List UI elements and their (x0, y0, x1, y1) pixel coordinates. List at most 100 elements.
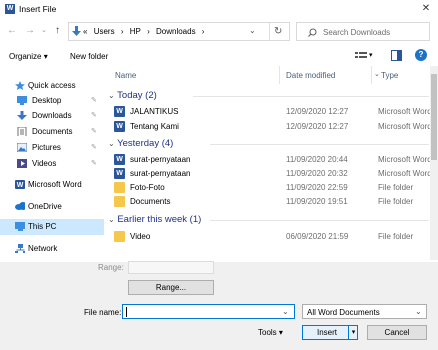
range-button[interactable]: Range... (128, 280, 214, 295)
file-name: surat-pernyataan (130, 169, 191, 178)
sidebar-item-onedrive[interactable]: OneDrive (0, 199, 104, 214)
search-input[interactable]: Search Downloads (323, 28, 390, 37)
file-row[interactable]: W surat-pernyataan 11/09/2020 20:44 Micr… (108, 153, 430, 167)
column-sort-dropdown[interactable]: ⌄ (374, 70, 380, 78)
sidebar-item-label: Network (28, 244, 58, 253)
download-icon (17, 111, 27, 120)
filename-dropdown-icon[interactable]: ⌄ (282, 307, 289, 316)
pin-icon: ✎ (91, 112, 97, 119)
file-type: Microsoft Word D (378, 107, 430, 116)
file-date: 11/09/2020 22:59 (286, 183, 348, 192)
search-icon (308, 28, 317, 37)
file-date: 12/09/2020 12:27 (286, 107, 349, 116)
breadcrumb-hp[interactable]: HP (130, 27, 141, 36)
sidebar-item-pictures[interactable]: Pictures ✎ (0, 140, 104, 155)
sidebar-item-documents[interactable]: Documents ✎ (0, 124, 104, 139)
forward-arrow-icon[interactable]: → (25, 25, 35, 37)
sidebar-item-network[interactable]: Network (0, 241, 104, 256)
chevron-down-icon: ⌄ (415, 307, 422, 316)
address-history-dropdown[interactable]: ⌄ (249, 26, 256, 35)
recent-dropdown-icon[interactable]: ⌄ (41, 25, 47, 37)
file-row[interactable]: W JALANTIKUS 12/09/2020 12:27 Microsoft … (108, 105, 430, 119)
title-bar: W Insert File ✕ (0, 0, 438, 18)
videos-icon (17, 159, 27, 168)
sidebar-item-label: This PC (28, 222, 57, 231)
breadcrumb-separator[interactable]: › (202, 27, 205, 36)
insert-options-dropdown[interactable]: ▾ (348, 326, 358, 339)
refresh-icon[interactable]: ↻ (274, 26, 282, 37)
file-type: File folder (378, 183, 414, 192)
close-button[interactable]: ✕ (418, 2, 434, 16)
star-icon (15, 81, 25, 90)
address-bar[interactable]: « Users › HP › Downloads › ⌄ ↻ (68, 22, 290, 41)
group-label: Earlier this week (1) (117, 214, 202, 225)
sidebar-item-microsoft-word[interactable]: W Microsoft Word (0, 177, 104, 192)
breadcrumb-separator[interactable]: › (121, 27, 124, 36)
sidebar-item-label: Desktop (32, 96, 62, 105)
sidebar-item-quick-access[interactable]: Quick access (0, 78, 104, 93)
breadcrumb-users[interactable]: Users (94, 27, 115, 36)
file-type-selected: All Word Documents (307, 308, 380, 317)
help-button[interactable]: ? (415, 49, 427, 61)
cancel-button[interactable]: Cancel (367, 325, 427, 340)
group-divider (193, 96, 429, 97)
desktop-icon (17, 96, 27, 105)
group-header-yesterday[interactable]: ⌄ Yesterday (4) (108, 138, 173, 149)
back-arrow-icon[interactable]: ← (7, 25, 17, 37)
insert-button[interactable]: Insert ▾ (302, 325, 358, 340)
breadcrumb-downloads[interactable]: Downloads (156, 27, 196, 36)
window-title: Insert File (19, 4, 57, 14)
new-folder-button[interactable]: New folder (70, 52, 108, 61)
column-divider[interactable] (279, 66, 280, 84)
file-date: 11/09/2020 19:51 (286, 197, 348, 206)
range-field (128, 261, 214, 274)
navigation-pane: Quick access Desktop ✎ Downloads ✎ Docum… (0, 70, 104, 260)
file-row[interactable]: W Tentang Kami 12/09/2020 12:27 Microsof… (108, 120, 430, 134)
file-type: File folder (378, 232, 414, 241)
organize-button[interactable]: Organize ▾ (9, 52, 48, 61)
group-label: Today (2) (117, 90, 157, 101)
file-name: surat-pernyataan (130, 155, 191, 164)
column-header-date[interactable]: Date modified (286, 71, 335, 87)
folder-row[interactable]: Foto-Foto 11/09/2020 22:59 File folder (108, 181, 430, 195)
pin-icon: ✎ (91, 144, 97, 151)
file-date: 11/09/2020 20:44 (286, 155, 348, 164)
sidebar-item-label: Pictures (32, 143, 61, 152)
tools-button[interactable]: Tools ▾ (258, 328, 283, 337)
file-name-label: File name: (84, 308, 122, 317)
sidebar-item-desktop[interactable]: Desktop ✎ (0, 93, 104, 108)
group-divider (210, 144, 429, 145)
pin-icon: ✎ (91, 97, 97, 104)
column-header-type[interactable]: Type (381, 71, 398, 87)
search-box[interactable]: Search Downloads (296, 22, 430, 41)
group-header-earlier-this-week[interactable]: ⌄ Earlier this week (1) (108, 214, 201, 225)
organize-label: Organize (9, 52, 42, 61)
view-options-icon[interactable] (355, 51, 367, 61)
file-name-input[interactable]: ⌄ (122, 304, 295, 319)
sidebar-item-label: Quick access (28, 81, 76, 90)
preview-pane-icon[interactable] (391, 50, 402, 61)
up-arrow-icon[interactable]: ↑ (55, 25, 60, 37)
sidebar-item-downloads[interactable]: Downloads ✎ (0, 108, 104, 123)
breadcrumb-overflow[interactable]: « (83, 27, 87, 36)
file-type: File folder (378, 197, 414, 206)
file-row[interactable]: W surat-pernyataan 11/09/2020 20:32 Micr… (108, 167, 430, 181)
column-header-name[interactable]: Name (115, 71, 136, 87)
computer-icon (15, 222, 25, 231)
sidebar-item-videos[interactable]: Videos ✎ (0, 156, 104, 171)
group-header-today[interactable]: ⌄ Today (2) (108, 90, 157, 101)
folder-row[interactable]: Video 06/09/2020 21:59 File folder (108, 230, 430, 244)
sidebar-item-this-pc[interactable]: This PC (0, 219, 104, 235)
word-document-icon: W (114, 168, 125, 179)
file-type-select[interactable]: All Word Documents ⌄ (302, 304, 427, 319)
pin-icon: ✎ (91, 160, 97, 167)
view-dropdown-icon[interactable]: ▾ (369, 51, 373, 59)
scrollbar-thumb[interactable] (431, 74, 437, 160)
column-divider[interactable] (371, 66, 372, 84)
breadcrumb-separator[interactable]: › (147, 27, 150, 36)
word-app-icon: W (5, 4, 15, 14)
word-icon: W (15, 180, 25, 189)
folder-row[interactable]: Documents 11/09/2020 19:51 File folder (108, 195, 430, 209)
file-name: Video (130, 232, 151, 241)
group-label: Yesterday (4) (117, 138, 174, 149)
